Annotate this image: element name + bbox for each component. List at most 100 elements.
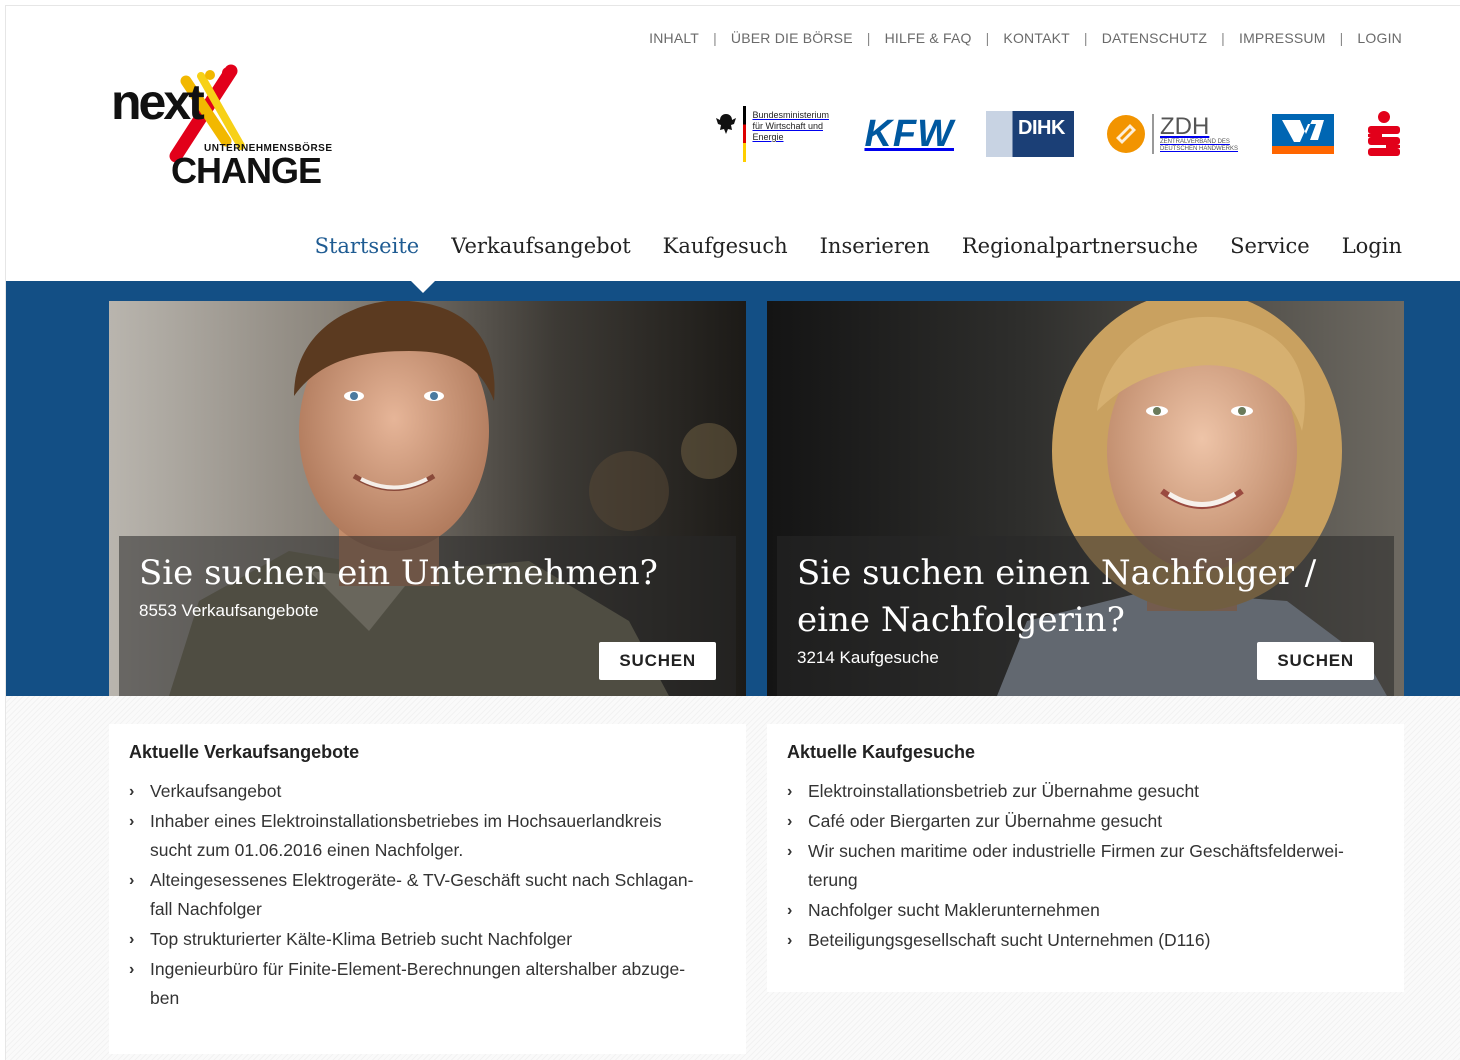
util-link-datenschutz[interactable]: DATENSCHUTZ — [1102, 30, 1207, 46]
svg-text:CHANGE: CHANGE — [171, 150, 321, 191]
list-item-text: Elektroinstallationsbetrieb zur Übernahm… — [808, 781, 1200, 801]
list-item[interactable]: › Nachfolger sucht Maklerunternehmen — [787, 896, 1384, 925]
util-link-login[interactable]: LOGIN — [1357, 30, 1402, 46]
active-nav-pointer — [411, 281, 435, 293]
zdh-name: ZDH ZENTRALVERBAND DES DEUTSCHEN HANDWER… — [1160, 115, 1240, 153]
requests-title: Aktuelle Kaufgesuche — [787, 742, 976, 762]
list-item-text: Inhaber eines Elektroinstallationsbetrie… — [150, 811, 662, 831]
list-item-text: Nachfolger sucht Maklerunternehmen — [808, 900, 1100, 920]
chevron-right-icon: › — [787, 813, 793, 830]
list-item-text: ben — [150, 988, 180, 1008]
util-link-impressum[interactable]: IMPRESSUM — [1239, 30, 1326, 46]
separator: | — [985, 30, 990, 46]
nav-verkaufsangebot[interactable]: Verkaufsangebot — [451, 234, 630, 258]
list-item-text: Verkaufsangebot — [150, 781, 282, 801]
main-nav: Startseite Verkaufsangebot Kaufgesuch In… — [283, 234, 1402, 258]
list-item-text: Beteiligungsgesellschaft sucht Unternehm… — [808, 930, 1211, 950]
requests-list: › Elektroinstallationsbetrieb zur Übernah… — [787, 777, 1384, 955]
hero-headline-right-line2: eine Nachfolgerin? — [797, 600, 1125, 640]
german-flag-bar — [743, 106, 747, 162]
bmwi-logo[interactable]: Bundesministerium für Wirtschaft und Ene… — [715, 106, 832, 162]
volksbanken-logo[interactable] — [1272, 114, 1334, 154]
chevron-right-icon: › — [787, 843, 793, 860]
dihk-logo[interactable]: DIHK — [986, 111, 1074, 157]
util-link-kontakt[interactable]: KONTAKT — [1003, 30, 1069, 46]
chevron-right-icon: › — [129, 931, 135, 948]
zdh-small-text: ZENTRALVERBAND DES DEUTSCHEN HANDWERKS — [1160, 139, 1239, 152]
nexxt-change-logo[interactable]: next UNTERNEHMENSBÖRSE CHANGE — [106, 61, 356, 191]
list-item[interactable]: › Alteingesessenes Elektrogeräte- & TV-Ge… — [129, 866, 726, 924]
offers-title: Aktuelle Verkaufsangebote — [129, 742, 360, 762]
list-item[interactable]: › Inhaber eines Elektroinstallationsbetri… — [129, 807, 726, 865]
chevron-right-icon: › — [129, 872, 135, 889]
hero-card-find-successor: Sie suchen einen Nachfolger / eine Nachf… — [767, 301, 1404, 696]
nav-inserieren[interactable]: Inserieren — [820, 234, 930, 258]
hero-band: Sie suchen ein Unternehmen? 8553 Verkauf… — [6, 281, 1460, 696]
search-requests-button[interactable]: SUCHEN — [1257, 642, 1374, 680]
list-item-text: terung — [808, 870, 858, 890]
hero-caption-right: Sie suchen einen Nachfolger / eine Nachf… — [777, 536, 1394, 696]
list-item[interactable]: › Verkaufsangebot — [129, 777, 726, 806]
chevron-right-icon: › — [129, 783, 135, 800]
chevron-right-icon: › — [787, 902, 793, 919]
separator: | — [1083, 30, 1088, 46]
sparkasse-logo[interactable] — [1366, 111, 1402, 157]
zdh-logo[interactable]: ZDH ZENTRALVERBAND DES DEUTSCHEN HANDWER… — [1106, 114, 1240, 154]
separator: | — [713, 30, 717, 46]
sparkasse-icon — [1368, 111, 1400, 156]
util-link-hilfe-faq[interactable]: HILFE & FAQ — [885, 30, 972, 46]
dihk-box: DIHK — [986, 111, 1074, 157]
listings-section: Aktuelle Verkaufsangebote › Verkaufsangeb… — [6, 696, 1460, 1060]
list-item[interactable]: › Beteiligungsgesellschaft sucht Unterneh… — [787, 926, 1384, 955]
offers-list: › Verkaufsangebot › Inhaber eines Elektroi… — [129, 777, 726, 1013]
chevron-right-icon: › — [787, 783, 793, 800]
list-item-text: Top strukturierter Kälte-Klima Betrieb s… — [150, 929, 573, 949]
list-item-text: Ingenieurbüro für Finite-Element-Berechn… — [150, 959, 686, 979]
separator: | — [1339, 30, 1344, 46]
chevron-right-icon: › — [787, 932, 793, 949]
chevron-right-icon: › — [129, 961, 135, 978]
hero-card-buy-company: Sie suchen ein Unternehmen? 8553 Verkauf… — [109, 301, 746, 696]
nav-regionalpartnersuche[interactable]: Regionalpartnersuche — [962, 234, 1198, 258]
kfw-text: KFW — [864, 112, 954, 155]
bmwi-text: Bundesministerium für Wirtschaft und Ene… — [752, 110, 829, 142]
offers-panel: Aktuelle Verkaufsangebote › Verkaufsangeb… — [109, 724, 746, 1054]
list-item[interactable]: › Top strukturierter Kälte-Klima Betrieb … — [129, 925, 726, 954]
chevron-right-icon: › — [129, 813, 135, 830]
utility-nav: INHALT | ÜBER DIE BÖRSE | HILFE & FAQ | … — [649, 30, 1402, 46]
zdh-divider — [1152, 114, 1154, 154]
list-item[interactable]: › Elektroinstallationsbetrieb zur Übernah… — [787, 777, 1384, 806]
list-item-text: fall Nachfolger — [150, 899, 262, 919]
partner-logos: Bundesministerium für Wirtschaft und Ene… — [683, 106, 1402, 162]
nav-service[interactable]: Service — [1230, 234, 1310, 258]
hero-headline-right-line1: Sie suchen einen Nachfolger / — [797, 553, 1317, 593]
zdh-big-text: ZDH — [1160, 113, 1210, 140]
nav-startseite[interactable]: Startseite — [315, 234, 420, 258]
list-item[interactable]: › Ingenieurbüro für Finite-Element-Berech… — [129, 955, 726, 1013]
volksbank-icon — [1272, 114, 1334, 154]
separator: | — [866, 30, 871, 46]
logo-graphic: next UNTERNEHMENSBÖRSE CHANGE — [111, 64, 332, 191]
list-item-text: Café oder Biergarten zur Übernahme gesuc… — [808, 811, 1163, 831]
list-item-text: Wir suchen maritime oder industrielle Fi… — [808, 841, 1344, 861]
util-link-inhalt[interactable]: INHALT — [649, 30, 699, 46]
hero-caption-left: Sie suchen ein Unternehmen? 8553 Verkauf… — [119, 536, 736, 696]
requests-panel: Aktuelle Kaufgesuche › Elektroinstallatio… — [767, 724, 1404, 992]
hero-headline-left: Sie suchen ein Unternehmen? — [139, 553, 658, 593]
page: INHALT | ÜBER DIE BÖRSE | HILFE & FAQ | … — [5, 5, 1460, 1060]
nav-kaufgesuch[interactable]: Kaufgesuch — [663, 234, 788, 258]
search-offers-button[interactable]: SUCHEN — [599, 642, 716, 680]
separator: | — [1221, 30, 1225, 46]
offer-count: 8553 Verkaufsangebote — [139, 601, 319, 620]
list-item[interactable]: › Wir suchen maritime oder industrielle F… — [787, 837, 1384, 895]
zdh-emblem-icon — [1107, 115, 1145, 153]
svg-text:next: next — [111, 74, 205, 130]
dihk-text: DIHK — [1018, 117, 1065, 139]
util-link-ueber-die-boerse[interactable]: ÜBER DIE BÖRSE — [731, 30, 853, 46]
list-item-text: sucht zum 01.06.2016 einen Nachfolger. — [150, 840, 464, 860]
nav-login[interactable]: Login — [1342, 234, 1402, 258]
federal-eagle-icon — [716, 114, 737, 134]
kfw-logo[interactable]: KFW — [864, 113, 954, 156]
list-item-text: Alteingesessenes Elektrogeräte- & TV-Ges… — [150, 870, 694, 890]
list-item[interactable]: › Café oder Biergarten zur Übernahme gesu… — [787, 807, 1384, 836]
